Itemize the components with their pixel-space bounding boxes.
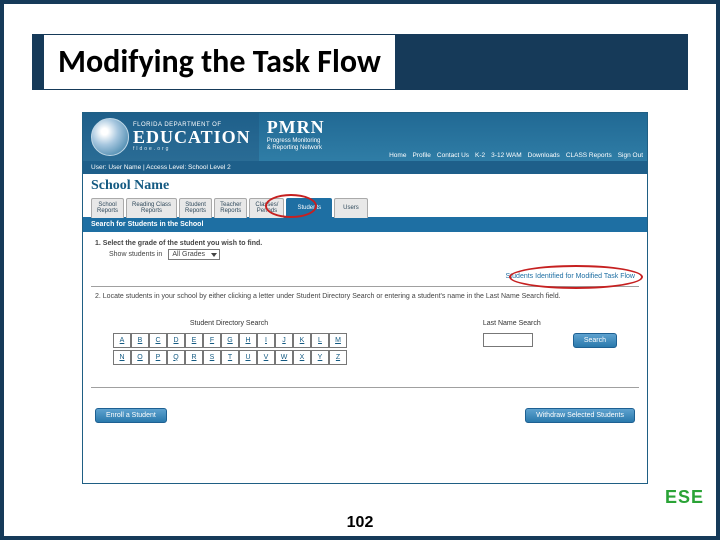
step1-label: 1. Select the grade of the student you w… xyxy=(95,240,635,260)
edu-logo-block: FLORIDA DEPARTMENT OF EDUCATION fldoe.or… xyxy=(83,113,259,161)
alpha-letter[interactable]: C xyxy=(149,333,167,348)
modified-task-flow-link[interactable]: Students Identified for Modified Task Fl… xyxy=(506,273,635,280)
alpha-letter[interactable]: P xyxy=(149,350,167,365)
section-bar: Search for Students in the School xyxy=(83,217,647,232)
alpha-letter[interactable]: U xyxy=(239,350,257,365)
alpha-letter[interactable]: T xyxy=(221,350,239,365)
alpha-letter[interactable]: Z xyxy=(329,350,347,365)
edu-big-text: EDUCATION xyxy=(133,128,251,147)
tab-users[interactable]: Users xyxy=(334,198,368,218)
search-button[interactable]: Search xyxy=(573,333,617,348)
directory-title: Student Directory Search xyxy=(190,320,268,327)
alpha-letter[interactable]: Q xyxy=(167,350,185,365)
tab-reading-class-reports[interactable]: Reading Class Reports xyxy=(126,198,177,218)
edu-text-block: FLORIDA DEPARTMENT OF EDUCATION fldoe.or… xyxy=(133,122,251,152)
alpha-letter[interactable]: A xyxy=(113,333,131,348)
pmrn-sub2: & Reporting Network xyxy=(267,145,639,152)
alpha-letter[interactable]: F xyxy=(203,333,221,348)
alpha-letter[interactable]: R xyxy=(185,350,203,365)
alpha-letter[interactable]: B xyxy=(131,333,149,348)
alpha-grid: A B C D E F G H I J K L M N O P Q xyxy=(113,333,345,365)
edu-site-text: fldoe.org xyxy=(133,147,251,152)
tab-school-reports[interactable]: School Reports xyxy=(91,198,124,218)
florida-seal-icon xyxy=(91,118,129,156)
nav-item[interactable]: 3-12 WAM xyxy=(491,152,521,159)
alpha-letter[interactable]: D xyxy=(167,333,185,348)
page-number: 102 xyxy=(4,514,716,532)
directory-search-col: Student Directory Search A B C D E F G H… xyxy=(113,320,345,365)
nav-row: Home Profile Contact Us K-2 3-12 WAM Dow… xyxy=(389,152,643,159)
alpha-letter[interactable]: J xyxy=(275,333,293,348)
screenshot-panel: FLORIDA DEPARTMENT OF EDUCATION fldoe.or… xyxy=(82,112,648,484)
tab-student-reports[interactable]: Student Reports xyxy=(179,198,212,218)
nav-item[interactable]: Profile xyxy=(412,152,430,159)
pmrn-sub1: Progress Monitoring xyxy=(267,138,639,145)
enroll-button[interactable]: Enroll a Student xyxy=(95,408,167,423)
show-students-label: Show students in xyxy=(109,251,162,258)
user-bar: User: User Name | Access Level: School L… xyxy=(83,161,647,174)
slide-frame: Modifying the Task Flow FLORIDA DEPARTME… xyxy=(0,0,720,540)
pmrn-block: PMRN Progress Monitoring & Reporting Net… xyxy=(259,113,647,161)
alpha-letter[interactable]: M xyxy=(329,333,347,348)
alpha-letter[interactable]: Y xyxy=(311,350,329,365)
alpha-letter[interactable]: S xyxy=(203,350,221,365)
alpha-letter[interactable]: X xyxy=(293,350,311,365)
nav-item[interactable]: Sign Out xyxy=(618,152,643,159)
content-area-2: 2. Locate students in your school by eit… xyxy=(83,293,647,314)
step1-text: 1. Select the grade of the student you w… xyxy=(95,240,262,247)
tab-teacher-reports[interactable]: Teacher Reports xyxy=(214,198,247,218)
nav-item[interactable]: K-2 xyxy=(475,152,485,159)
nav-item[interactable]: Downloads xyxy=(528,152,560,159)
tab-students[interactable]: Students xyxy=(286,198,332,218)
alpha-letter[interactable]: W xyxy=(275,350,293,365)
alpha-letter[interactable]: O xyxy=(131,350,149,365)
step2-text: 2. Locate students in your school by eit… xyxy=(95,293,635,300)
withdraw-button[interactable]: Withdraw Selected Students xyxy=(525,408,635,423)
school-name: School Name xyxy=(83,174,647,194)
bottom-actions: Enroll a Student Withdraw Selected Stude… xyxy=(83,394,647,427)
alpha-letter[interactable]: G xyxy=(221,333,239,348)
nav-item[interactable]: Contact Us xyxy=(437,152,469,159)
nav-item[interactable]: Home xyxy=(389,152,406,159)
alpha-letter[interactable]: I xyxy=(257,333,275,348)
content-area: 1. Select the grade of the student you w… xyxy=(83,232,647,274)
tab-classes-periods[interactable]: Classes/ Periods xyxy=(249,198,284,218)
title-bar: Modifying the Task Flow xyxy=(32,34,688,90)
step1-row: Show students in All Grades xyxy=(95,249,635,260)
alpha-letter[interactable]: V xyxy=(257,350,275,365)
lastname-row: Search xyxy=(483,333,617,348)
ese-badge: ESE xyxy=(665,487,704,508)
alpha-letter[interactable]: N xyxy=(113,350,131,365)
alpha-letter[interactable]: L xyxy=(311,333,329,348)
lastname-input[interactable] xyxy=(483,333,533,347)
lastname-title: Last Name Search xyxy=(483,320,541,327)
grade-select-value: All Grades xyxy=(172,251,205,258)
divider-2 xyxy=(91,387,639,388)
alpha-letter[interactable]: H xyxy=(239,333,257,348)
alpha-letter[interactable]: E xyxy=(185,333,203,348)
divider xyxy=(91,286,639,287)
grade-select[interactable]: All Grades xyxy=(168,249,220,260)
app-header: FLORIDA DEPARTMENT OF EDUCATION fldoe.or… xyxy=(83,113,647,161)
lastname-search-col: Last Name Search Search xyxy=(483,320,617,365)
tab-row: School Reports Reading Class Reports Stu… xyxy=(83,194,647,218)
pmrn-title: PMRN xyxy=(267,117,639,138)
alpha-letter[interactable]: K xyxy=(293,333,311,348)
nav-item[interactable]: CLASS Reports xyxy=(566,152,612,159)
search-columns: Student Directory Search A B C D E F G H… xyxy=(83,314,647,375)
slide-title: Modifying the Task Flow xyxy=(44,35,395,89)
